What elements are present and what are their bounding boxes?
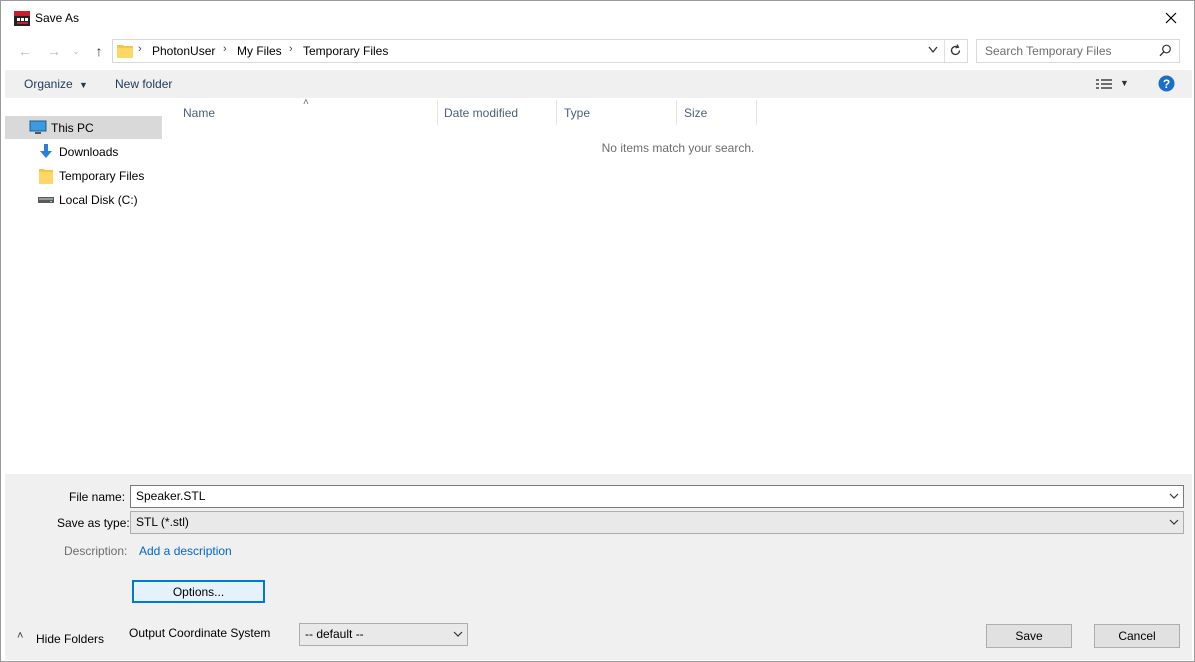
- search-box[interactable]: Search Temporary Files: [976, 39, 1180, 63]
- folder-icon: [39, 169, 53, 184]
- forward-arrow-icon: →: [47, 43, 61, 59]
- description-label: Description:: [64, 544, 128, 558]
- sidebar-item-label: This PC: [51, 121, 94, 135]
- chevron-down-icon[interactable]: [1169, 516, 1179, 528]
- app-logo-icon: [14, 11, 30, 26]
- chevron-down-icon[interactable]: [1169, 490, 1179, 502]
- column-header-label: Name: [183, 106, 216, 120]
- up-button[interactable]: ↑: [89, 41, 109, 61]
- back-button[interactable]: ←: [15, 41, 35, 61]
- refresh-icon[interactable]: [949, 44, 962, 57]
- breadcrumb-my-files[interactable]: My Files: [237, 44, 282, 58]
- chevron-down-icon[interactable]: [453, 628, 463, 640]
- organize-button[interactable]: Organize ▼: [24, 77, 88, 91]
- organize-label: Organize: [24, 77, 73, 91]
- chevron-up-icon[interactable]: ˄: [17, 630, 23, 642]
- monitor-icon: [29, 120, 47, 134]
- file-name-field[interactable]: Speaker.STL: [130, 485, 1184, 508]
- file-name-label: File name:: [69, 490, 126, 504]
- empty-list-message: No items match your search.: [601, 141, 755, 155]
- folder-icon: [117, 45, 133, 58]
- sidebar-item-downloads[interactable]: Downloads: [5, 140, 162, 163]
- title-bar: Save As: [1, 1, 1194, 35]
- save-button[interactable]: Save: [986, 624, 1072, 648]
- column-header-label: Size: [684, 106, 708, 120]
- column-header-label: Type: [564, 106, 591, 120]
- chevron-down-icon: ▼: [79, 80, 88, 90]
- column-header-type[interactable]: Type: [557, 100, 677, 125]
- breadcrumb-separator: ›: [138, 43, 142, 55]
- save-type-value: STL (*.stl): [136, 515, 189, 529]
- output-coordinate-select[interactable]: -- default --: [299, 623, 468, 646]
- download-arrow-icon: [40, 144, 52, 158]
- breadcrumb-separator: ›: [289, 43, 293, 55]
- cancel-button[interactable]: Cancel: [1094, 624, 1180, 648]
- close-button[interactable]: [1148, 1, 1194, 35]
- view-options-icon[interactable]: [1096, 78, 1112, 90]
- toolbar: Organize ▼ New folder ▼ ?: [5, 70, 1192, 98]
- output-coordinate-label: Output Coordinate System: [129, 626, 271, 640]
- address-bar[interactable]: › PhotonUser › My Files › Temporary File…: [112, 39, 968, 63]
- address-dropdown-icon[interactable]: [928, 46, 938, 54]
- view-dropdown-icon[interactable]: ▼: [1120, 78, 1129, 88]
- column-header-label: Date modified: [444, 106, 519, 120]
- drive-icon: [38, 197, 54, 203]
- forward-button[interactable]: →: [44, 41, 64, 61]
- sidebar-item-local-disk[interactable]: Local Disk (C:): [5, 188, 162, 211]
- file-list: ˄ Name Date modified Type Size No items …: [164, 97, 1192, 473]
- output-coordinate-value: -- default --: [305, 627, 364, 641]
- sidebar-item-label: Temporary Files: [59, 169, 145, 183]
- column-header-date-modified[interactable]: Date modified: [437, 100, 557, 125]
- dialog-title: Save As: [35, 11, 80, 25]
- column-header-name[interactable]: Name: [176, 100, 438, 125]
- hide-folders-button[interactable]: Hide Folders: [36, 632, 104, 646]
- breadcrumb-photonuser[interactable]: PhotonUser: [152, 44, 215, 58]
- sidebar-item-temporary-files[interactable]: Temporary Files: [5, 164, 162, 187]
- file-name-value[interactable]: Speaker.STL: [136, 489, 205, 503]
- breadcrumb-temporary-files[interactable]: Temporary Files: [303, 44, 388, 58]
- save-type-label: Save as type:: [57, 516, 130, 530]
- svg-text:?: ?: [1163, 77, 1170, 91]
- new-folder-button[interactable]: New folder: [115, 77, 172, 91]
- sidebar-item-this-pc[interactable]: This PC: [5, 116, 162, 139]
- column-header-size[interactable]: Size: [677, 100, 757, 125]
- options-button[interactable]: Options...: [132, 580, 265, 603]
- search-icon: [1159, 44, 1171, 57]
- back-arrow-icon: ←: [18, 43, 32, 59]
- add-description-link[interactable]: Add a description: [139, 544, 232, 558]
- close-icon: [1165, 12, 1177, 24]
- save-options-panel: File name: Speaker.STL Save as type: STL…: [5, 474, 1192, 660]
- recent-locations-button[interactable]: ⌄: [69, 41, 83, 61]
- help-icon[interactable]: ?: [1158, 75, 1175, 92]
- up-arrow-icon: ↑: [95, 43, 103, 59]
- search-input[interactable]: Search Temporary Files: [985, 44, 1112, 58]
- navigation-pane: This PC Downloads Temporary Files Local …: [5, 100, 163, 473]
- breadcrumb-separator: ›: [223, 43, 227, 55]
- save-as-dialog: Save As ← → ⌄ ↑ › PhotonUser › My Files …: [0, 0, 1195, 662]
- sidebar-item-label: Local Disk (C:): [59, 193, 138, 207]
- chevron-down-icon: ⌄: [72, 45, 80, 56]
- address-divider: [944, 40, 945, 62]
- save-type-select[interactable]: STL (*.stl): [130, 511, 1184, 534]
- sidebar-item-label: Downloads: [59, 145, 119, 159]
